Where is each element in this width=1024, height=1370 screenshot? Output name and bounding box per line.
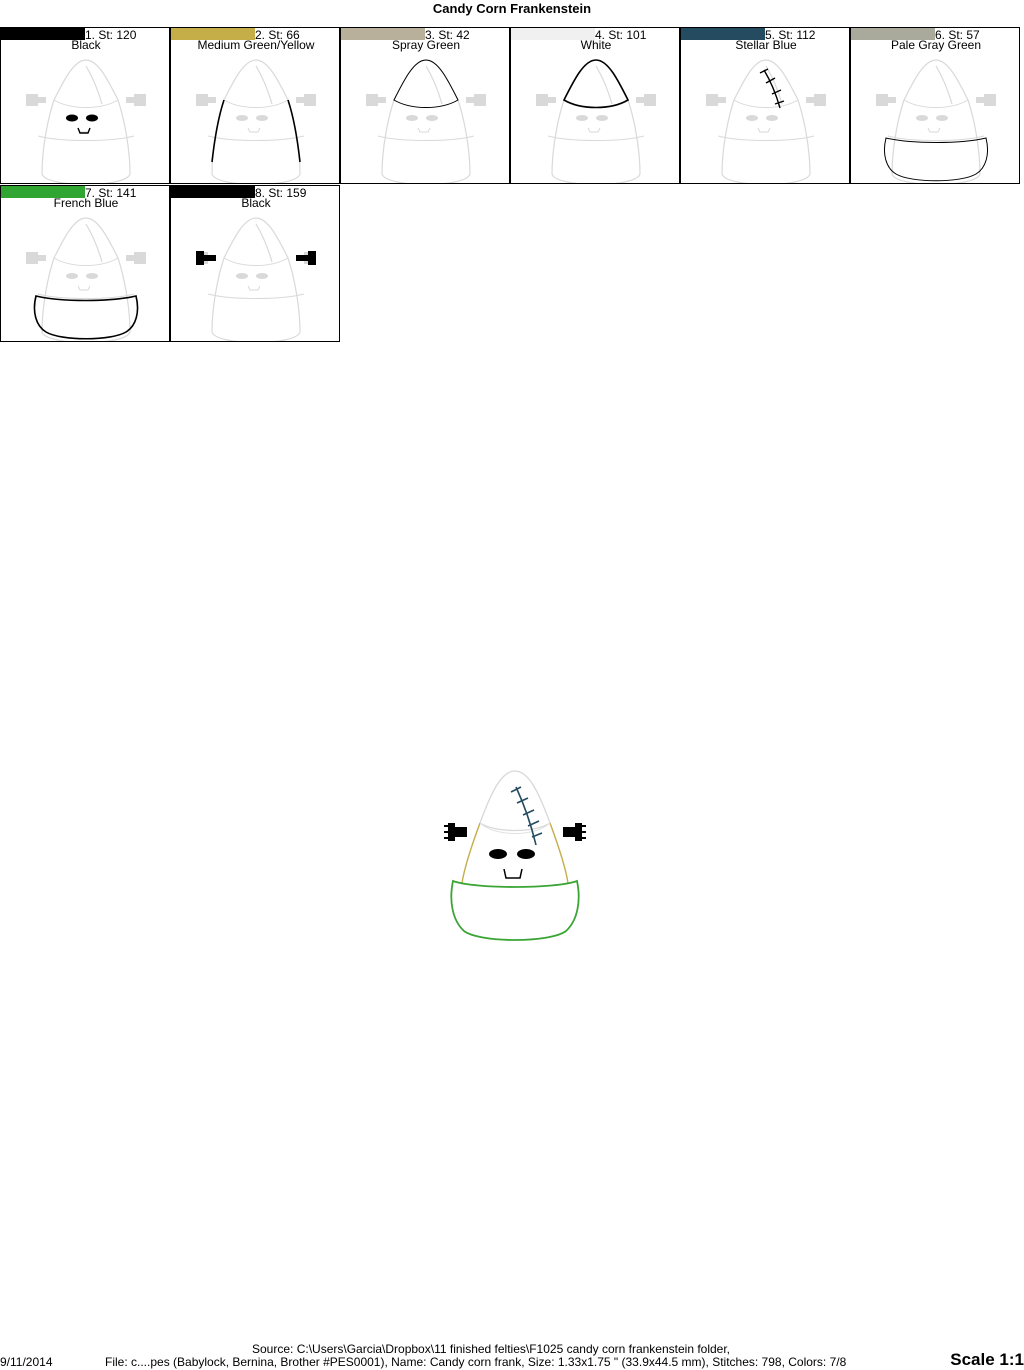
step-thumbnail bbox=[706, 59, 826, 183]
thread-color-name: Stellar Blue bbox=[735, 38, 797, 52]
thread-color-name: Pale Gray Green bbox=[890, 38, 982, 52]
page-title: Candy Corn Frankenstein bbox=[432, 1, 592, 16]
step-thumbnail bbox=[196, 59, 316, 183]
right-eye bbox=[517, 849, 535, 859]
tip-outline bbox=[479, 770, 551, 832]
thread-color-name: White bbox=[580, 38, 612, 52]
color-cell: 4. St: 101 White bbox=[510, 27, 680, 184]
left-eye bbox=[489, 849, 507, 859]
color-cell: 5. St: 112 Stellar Blue bbox=[680, 27, 850, 184]
footer-file-info: File: c....pes (Babylock, Bernina, Broth… bbox=[105, 1355, 847, 1369]
step-thumbnail bbox=[536, 59, 656, 183]
step-thumbnail bbox=[366, 59, 486, 183]
step-thumbnail bbox=[876, 59, 996, 183]
color-cell: 2. St: 66 Medium Green/Yellow bbox=[170, 27, 340, 184]
color-sequence-grid: 1. St: 120 Black 2. St: 66 Medium Green/Yel… bbox=[0, 27, 1022, 344]
thread-color-name: French Blue bbox=[53, 196, 119, 210]
scar-icon bbox=[510, 786, 543, 846]
step-thumbnail bbox=[26, 217, 146, 341]
mouth bbox=[503, 868, 523, 879]
step-thumbnail bbox=[26, 59, 146, 183]
right-bolt-icon bbox=[563, 823, 586, 841]
footer-scale: Scale 1:1 bbox=[950, 1350, 1024, 1369]
step-thumbnail bbox=[196, 217, 316, 341]
left-bolt-icon bbox=[444, 823, 467, 841]
final-design-preview bbox=[444, 770, 586, 941]
color-cell: 3. St: 42 Spray Green bbox=[340, 27, 510, 184]
footer-date: 9/11/2014 bbox=[0, 1355, 53, 1369]
thread-color-name: Black bbox=[71, 38, 101, 52]
thread-color-name: Black bbox=[241, 196, 271, 210]
bottom-band bbox=[450, 879, 580, 941]
thread-color-name: Medium Green/Yellow bbox=[197, 38, 315, 52]
color-cell: 6. St: 57 Pale Gray Green bbox=[850, 27, 1020, 184]
color-cell: 8. St: 159 Black bbox=[170, 185, 340, 342]
footer-source: Source: C:\Users\Garcia\Dropbox\11 finis… bbox=[252, 1342, 731, 1356]
thread-color-name: Spray Green bbox=[391, 38, 461, 52]
color-cell: 1. St: 120 Black bbox=[0, 27, 170, 184]
color-cell: 7. St: 141 French Blue bbox=[0, 185, 170, 342]
